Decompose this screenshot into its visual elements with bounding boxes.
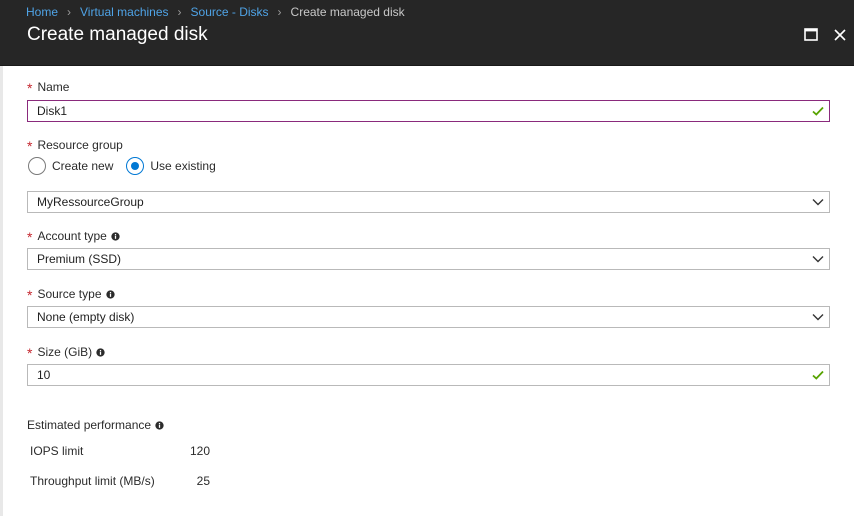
required-asterisk: *: [27, 345, 33, 361]
checkmark-icon: [812, 370, 824, 380]
source-type-value: None (empty disk): [37, 310, 135, 324]
maximize-button[interactable]: [802, 26, 820, 44]
name-label-text: Name: [37, 80, 70, 94]
page-title: Create managed disk: [27, 24, 208, 45]
iops-limit-value: 120: [189, 444, 210, 458]
checkmark-icon: [812, 106, 824, 116]
breadcrumb-source-disks[interactable]: Source - Disks: [191, 5, 269, 19]
source-type-label: * Source type: [27, 287, 115, 303]
info-icon[interactable]: [96, 347, 105, 357]
breadcrumb: Home › Virtual machines › Source - Disks…: [26, 4, 405, 20]
use-existing-radio[interactable]: [126, 157, 145, 175]
blade-header: Home › Virtual machines › Source - Disks…: [0, 0, 854, 66]
size-label: * Size (GiB): [27, 345, 105, 361]
create-new-label: Create new: [52, 159, 114, 173]
resource-group-dropdown[interactable]: MyRessourceGroup: [27, 191, 830, 213]
throughput-limit-value: 25: [196, 474, 210, 488]
close-icon: [834, 29, 846, 41]
chevron-right-icon: ›: [277, 5, 282, 19]
chevron-right-icon: ›: [177, 5, 182, 19]
breadcrumb-current: Create managed disk: [290, 5, 405, 19]
iops-limit-row: IOPS limit 120: [30, 444, 210, 458]
size-label-text: Size (GiB): [37, 345, 93, 359]
size-input[interactable]: 10: [27, 364, 830, 386]
resource-group-label: * Resource group: [27, 138, 123, 154]
resource-group-radio-group: Create new Use existing: [28, 157, 229, 175]
account-type-dropdown[interactable]: Premium (SSD): [27, 248, 830, 270]
chevron-down-icon: [812, 314, 824, 321]
use-existing-option[interactable]: Use existing: [126, 157, 216, 175]
account-type-label: * Account type: [27, 229, 120, 245]
info-icon[interactable]: [105, 289, 115, 299]
blade-left-edge: [0, 66, 3, 516]
account-type-value: Premium (SSD): [37, 252, 122, 266]
info-icon[interactable]: [155, 420, 164, 430]
close-button[interactable]: [831, 26, 849, 44]
estimated-performance-text: Estimated performance: [27, 418, 152, 432]
breadcrumb-home[interactable]: Home: [26, 5, 58, 19]
chevron-down-icon: [812, 199, 824, 206]
chevron-right-icon: ›: [67, 5, 72, 19]
required-asterisk: *: [27, 80, 33, 96]
required-asterisk: *: [27, 229, 33, 245]
iops-limit-label: IOPS limit: [30, 444, 84, 458]
create-new-radio[interactable]: [28, 157, 46, 175]
breadcrumb-virtual-machines[interactable]: Virtual machines: [80, 5, 169, 19]
required-asterisk: *: [27, 287, 33, 303]
source-type-dropdown[interactable]: None (empty disk): [27, 306, 830, 328]
chevron-down-icon: [812, 256, 824, 263]
required-asterisk: *: [27, 138, 33, 154]
info-icon[interactable]: [111, 231, 120, 241]
estimated-performance-heading: Estimated performance: [27, 418, 164, 432]
create-new-option[interactable]: Create new: [28, 157, 113, 175]
maximize-icon: [804, 28, 818, 41]
name-input-value: Disk1: [37, 104, 68, 118]
name-label: * Name: [27, 80, 70, 96]
name-input[interactable]: Disk1: [27, 100, 830, 122]
account-type-label-text: Account type: [37, 229, 107, 243]
source-type-label-text: Source type: [37, 287, 102, 301]
throughput-limit-label: Throughput limit (MB/s): [30, 474, 155, 488]
use-existing-label: Use existing: [150, 159, 216, 173]
size-input-value: 10: [37, 368, 51, 382]
throughput-limit-row: Throughput limit (MB/s) 25: [30, 474, 210, 488]
resource-group-label-text: Resource group: [37, 138, 123, 152]
resource-group-value: MyRessourceGroup: [37, 195, 144, 209]
